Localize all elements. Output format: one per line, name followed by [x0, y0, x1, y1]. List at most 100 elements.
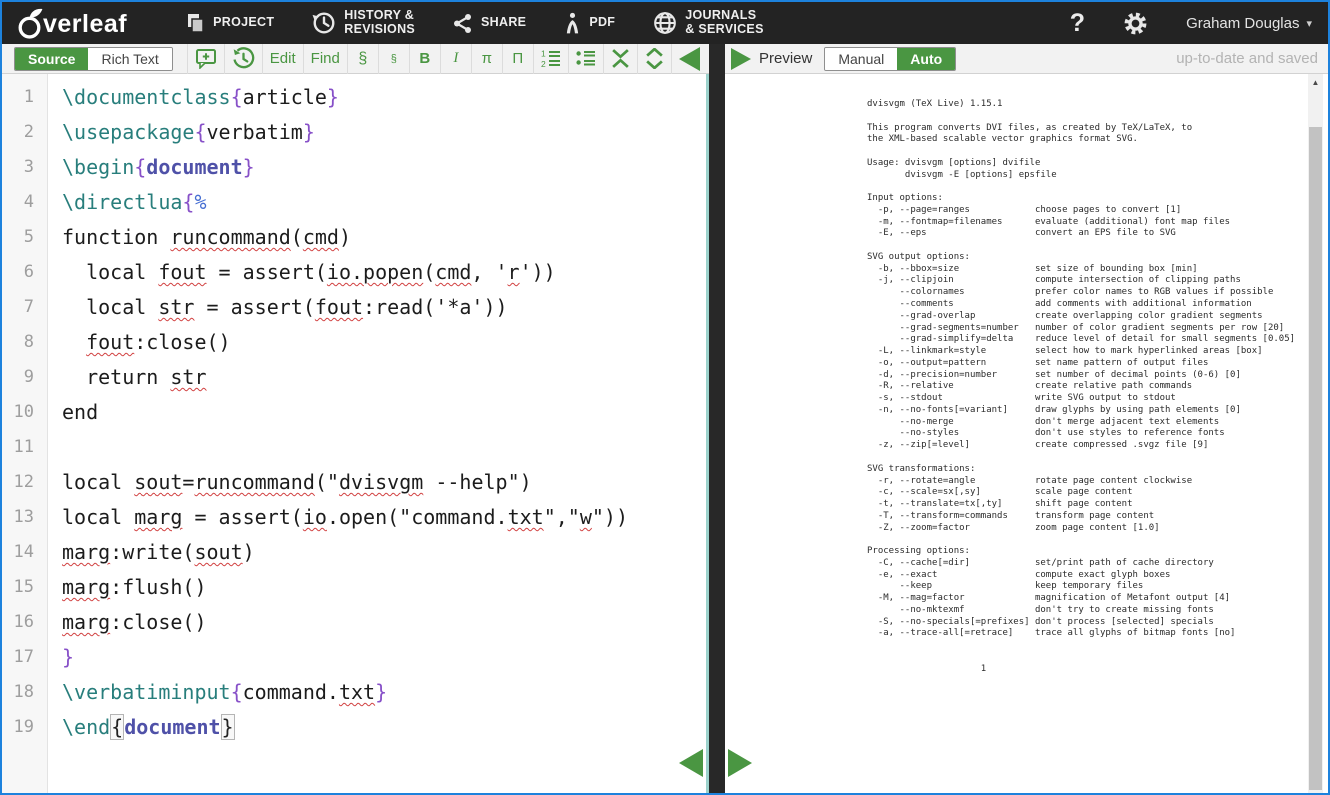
editor-toolbar: Source Rich Text Edit Find § § B I π Π — [2, 44, 709, 74]
line-number-14: 14 — [2, 535, 47, 570]
add-comment-icon — [195, 48, 217, 69]
code-line-18[interactable]: \verbatiminput{command.txt} — [62, 675, 703, 710]
bold-button[interactable]: B — [409, 44, 440, 74]
top-menu-bar: verleaf PROJECT HISTORY & REVISIONS — [2, 2, 1328, 44]
nav-project-label: PROJECT — [213, 16, 274, 30]
user-menu[interactable]: Graham Douglas ▾ — [1186, 15, 1312, 32]
help-button[interactable]: ? — [1070, 9, 1085, 38]
line-number-7: 7 — [2, 290, 47, 325]
line-number-4: 4 — [2, 185, 47, 220]
history-clock-icon — [312, 11, 336, 35]
auto-compile-button[interactable]: Auto — [897, 48, 955, 70]
scrollbar-up-arrow[interactable]: ▲ — [1308, 74, 1323, 90]
nav-share[interactable]: SHARE — [453, 13, 526, 34]
code-line-9[interactable]: return str — [62, 360, 703, 395]
pdf-toolbar: Preview Manual Auto up-to-date and saved — [725, 44, 1328, 74]
preview-label: Preview — [759, 50, 812, 67]
pdf-person-icon — [564, 12, 581, 34]
edit-button[interactable]: Edit — [262, 44, 303, 74]
code-line-10[interactable]: end — [62, 395, 703, 430]
nav-project[interactable]: PROJECT — [185, 13, 274, 34]
code-line-7[interactable]: local str = assert(fout:read('*a')) — [62, 290, 703, 325]
line-number-19: 19 — [2, 710, 47, 745]
code-line-5[interactable]: function runcommand(cmd) — [62, 220, 703, 255]
expand-preview-arrow[interactable] — [731, 48, 751, 70]
project-icon — [185, 13, 205, 34]
history-restore-icon — [232, 47, 255, 70]
line-number-3: 3 — [2, 150, 47, 185]
compile-mode-toggle: Manual Auto — [824, 47, 956, 71]
code-area[interactable]: \documentclass{article}\usepackage{verba… — [62, 74, 703, 745]
code-line-17[interactable]: } — [62, 640, 703, 675]
pane-divider[interactable] — [709, 44, 725, 793]
overleaf-window: verleaf PROJECT HISTORY & REVISIONS — [0, 0, 1330, 795]
collapse-left-pane-button[interactable] — [679, 749, 703, 777]
overleaf-leaf-icon — [16, 8, 43, 39]
line-number-16: 16 — [2, 605, 47, 640]
code-line-2[interactable]: \usepackage{verbatim} — [62, 115, 703, 150]
code-line-6[interactable]: local fout = assert(io.popen(cmd, 'r')) — [62, 255, 703, 290]
nav-pdf[interactable]: PDF — [564, 12, 615, 34]
code-line-16[interactable]: marg:close() — [62, 605, 703, 640]
subsection-button[interactable]: § — [378, 44, 409, 74]
collapse-right-pane-button[interactable] — [728, 749, 752, 777]
line-number-11: 11 — [2, 430, 47, 465]
code-line-1[interactable]: \documentclass{article} — [62, 80, 703, 115]
code-line-19[interactable]: \end{document} — [62, 710, 703, 745]
line-number-12: 12 — [2, 465, 47, 500]
line-number-15: 15 — [2, 570, 47, 605]
unfold-less-button[interactable] — [603, 44, 637, 74]
line-number-8: 8 — [2, 325, 47, 360]
line-number-18: 18 — [2, 675, 47, 710]
section-button[interactable]: § — [347, 44, 378, 74]
settings-button[interactable] — [1123, 11, 1148, 36]
overleaf-logo[interactable]: verleaf — [16, 8, 127, 39]
code-line-15[interactable]: marg:flush() — [62, 570, 703, 605]
code-line-12[interactable]: local sout=runcommand("dvisvgm --help") — [62, 465, 703, 500]
line-number-10: 10 — [2, 395, 47, 430]
line-number-9: 9 — [2, 360, 47, 395]
code-line-11[interactable] — [62, 430, 703, 465]
caret-down-icon: ▾ — [1306, 17, 1312, 30]
line-number-17: 17 — [2, 640, 47, 675]
nav-history-revisions[interactable]: HISTORY & REVISIONS — [312, 9, 415, 37]
collapse-editor-arrow[interactable] — [679, 47, 700, 71]
italic-button[interactable]: I — [440, 44, 471, 74]
code-line-8[interactable]: fout:close() — [62, 325, 703, 360]
bullet-list-button[interactable] — [568, 44, 603, 74]
pdf-scrollbar[interactable]: ▲ — [1308, 74, 1323, 793]
svg-text:1: 1 — [541, 49, 546, 59]
source-editor-pane[interactable]: 12345678910111213141516171819 \documentc… — [2, 74, 709, 793]
code-line-4[interactable]: \directlua{% — [62, 185, 703, 220]
scrollbar-thumb[interactable] — [1309, 127, 1322, 790]
find-button[interactable]: Find — [303, 44, 347, 74]
code-line-3[interactable]: \begin{document} — [62, 150, 703, 185]
share-icon — [453, 13, 473, 34]
nav-history-label: HISTORY & REVISIONS — [344, 9, 415, 37]
code-line-14[interactable]: marg:write(sout) — [62, 535, 703, 570]
nav-pdf-label: PDF — [589, 16, 615, 30]
rich-text-tab[interactable]: Rich Text — [88, 48, 171, 70]
add-comment-button[interactable] — [187, 44, 224, 74]
display-math-button[interactable]: Π — [502, 44, 533, 74]
user-name: Graham Douglas — [1186, 15, 1299, 32]
numbered-list-button[interactable]: 1 2 — [533, 44, 568, 74]
line-number-gutter: 12345678910111213141516171819 — [2, 74, 48, 793]
unfold-more-button[interactable] — [637, 44, 672, 74]
globe-icon — [653, 11, 677, 35]
svg-text:2: 2 — [541, 59, 546, 68]
logo-text: verleaf — [43, 9, 127, 39]
track-changes-button[interactable] — [224, 44, 262, 74]
nav-journals-services[interactable]: JOURNALS & SERVICES — [653, 9, 764, 37]
line-number-6: 6 — [2, 255, 47, 290]
source-richtext-toggle: Source Rich Text — [14, 47, 173, 71]
bullet-list-icon — [576, 49, 596, 68]
gear-icon — [1123, 11, 1148, 36]
code-line-13[interactable]: local marg = assert(io.open("command.txt… — [62, 500, 703, 535]
line-number-2: 2 — [2, 115, 47, 150]
inline-math-button[interactable]: π — [471, 44, 502, 74]
save-status: up-to-date and saved — [1176, 50, 1318, 67]
source-tab[interactable]: Source — [15, 48, 88, 70]
numbered-list-icon: 1 2 — [541, 49, 561, 68]
manual-compile-button[interactable]: Manual — [825, 48, 897, 70]
